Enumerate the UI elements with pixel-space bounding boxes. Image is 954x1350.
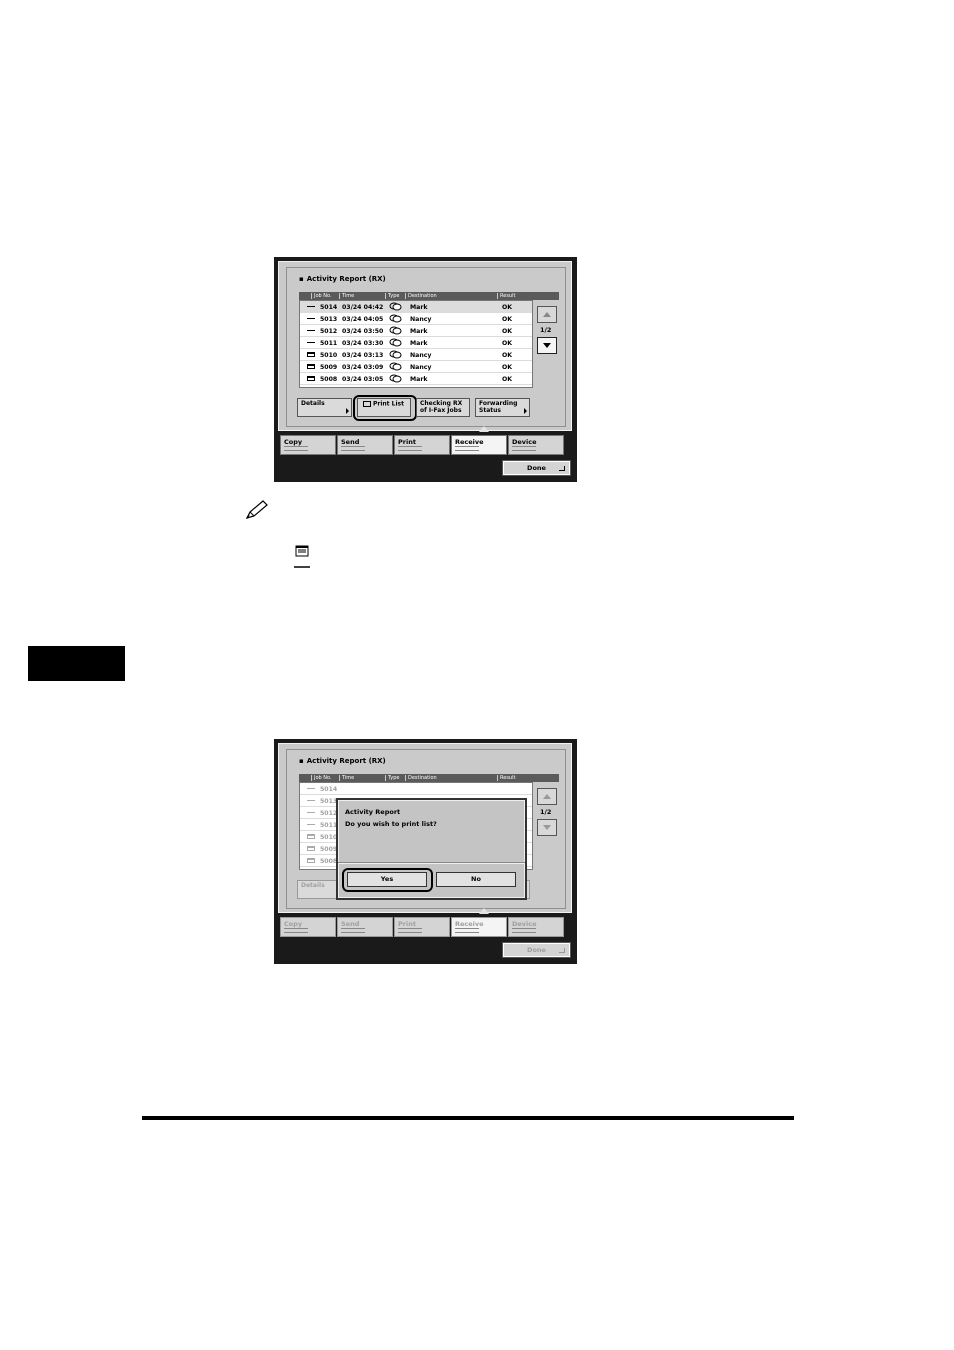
table-row[interactable]: 5012 03/24 03:50 Mark OK	[300, 325, 532, 337]
document-icon	[295, 545, 309, 557]
page-indicator: 1/2	[540, 326, 552, 334]
scroll-up-button[interactable]	[537, 306, 557, 323]
page-indicator: 1/2	[540, 808, 552, 816]
table-row[interactable]: 5013 03/24 04:05 Nancy OK	[300, 313, 532, 325]
tab-print[interactable]: Print	[394, 435, 450, 455]
tab-copy[interactable]: Copy	[280, 435, 336, 455]
table-row[interactable]: 5014 03/24 04:42 Mark OK	[300, 301, 532, 313]
done-button[interactable]: Done	[502, 460, 571, 476]
arrow-up-icon	[543, 794, 551, 799]
screen-body: Activity Report (RX) Job No. Time Type D…	[278, 261, 572, 432]
table-row[interactable]: 5010 03/24 03:13 Nancy OK	[300, 349, 532, 361]
confirm-dialog: Activity Report Do you wish to print lis…	[336, 798, 527, 900]
enter-icon	[559, 948, 565, 953]
fax-icon	[389, 302, 402, 311]
tab-print: Print	[394, 917, 450, 937]
fax-icon	[389, 326, 402, 335]
scroll-up-button	[537, 788, 557, 805]
line-icon	[307, 810, 315, 813]
line-icon	[294, 566, 310, 568]
main-tabs: Copy Send Print Receive Device	[280, 435, 568, 455]
checking-rx-button[interactable]: Checking RX of I-Fax Jobs	[416, 398, 470, 417]
done-button: Done	[502, 942, 571, 958]
screen-title: Activity Report (RX)	[299, 757, 386, 765]
chapter-tab-marker	[28, 646, 125, 681]
fax-icon	[389, 374, 402, 383]
tab-device[interactable]: Device	[508, 435, 564, 455]
table-row[interactable]: 5008 03/24 03:05 Mark OK	[300, 373, 532, 385]
line-icon	[307, 340, 315, 343]
print-confirm-screen: Activity Report (RX) Job No. Time Type D…	[274, 739, 577, 964]
table-header: Job No. Time Type Destination Result	[299, 292, 559, 300]
table-row: 5014	[300, 783, 532, 795]
arrow-down-icon	[543, 825, 551, 830]
document-icon	[307, 858, 315, 863]
line-icon	[307, 786, 315, 789]
table-row[interactable]: 5009 03/24 03:09 Nancy OK	[300, 361, 532, 373]
screen-title: Activity Report (RX)	[299, 275, 386, 283]
details-button[interactable]: Details	[297, 398, 352, 417]
line-icon	[307, 822, 315, 825]
main-tabs: Copy Send Print Receive Device	[280, 917, 568, 937]
highlight-ring	[353, 395, 417, 421]
table-row[interactable]: 5011 03/24 03:30 Mark OK	[300, 337, 532, 349]
col-job-no: Job No.	[311, 292, 332, 299]
document-icon	[307, 376, 315, 381]
screen-body: Activity Report (RX) Job No. Time Type D…	[278, 743, 572, 914]
fax-icon	[389, 350, 402, 359]
dialog-title: Activity Report	[345, 808, 401, 816]
page-footer-rule	[142, 1116, 794, 1120]
col-type: Type	[385, 292, 399, 299]
document-icon	[307, 834, 315, 839]
col-time: Time	[339, 292, 354, 299]
activity-report-screen: Activity Report (RX) Job No. Time Type D…	[274, 257, 577, 482]
scroll-down-button	[537, 819, 557, 836]
document-icon	[307, 352, 315, 357]
arrow-down-icon	[543, 343, 551, 348]
document-icon	[307, 364, 315, 369]
chevron-right-icon	[346, 408, 349, 414]
tab-send: Send	[337, 917, 393, 937]
fax-icon	[389, 362, 402, 371]
arrow-up-icon	[543, 312, 551, 317]
line-icon	[307, 316, 315, 319]
fax-icon	[389, 314, 402, 323]
fax-icon	[389, 338, 402, 347]
col-result: Result	[497, 292, 515, 299]
line-icon	[307, 328, 315, 331]
pencil-note-icon	[245, 500, 268, 519]
job-list: 5014 03/24 04:42 Mark OK 5013 03/24 04:0…	[299, 300, 533, 388]
tab-device: Device	[508, 917, 564, 937]
scroll-down-button[interactable]	[537, 337, 557, 354]
line-icon	[307, 304, 315, 307]
document-icon	[307, 846, 315, 851]
line-icon	[307, 798, 315, 801]
chevron-right-icon	[524, 408, 527, 414]
no-button[interactable]: No	[436, 872, 516, 887]
highlight-ring	[342, 868, 433, 892]
tab-receive: Receive	[451, 917, 507, 937]
table-header: Job No. Time Type Destination Result	[299, 774, 559, 782]
tab-receive[interactable]: Receive	[451, 435, 507, 455]
enter-icon	[559, 466, 565, 471]
col-destination: Destination	[405, 292, 437, 299]
tab-copy: Copy	[280, 917, 336, 937]
dialog-message: Do you wish to print list?	[345, 820, 437, 828]
tab-send[interactable]: Send	[337, 435, 393, 455]
forwarding-status-button[interactable]: Forwarding Status	[475, 398, 530, 417]
